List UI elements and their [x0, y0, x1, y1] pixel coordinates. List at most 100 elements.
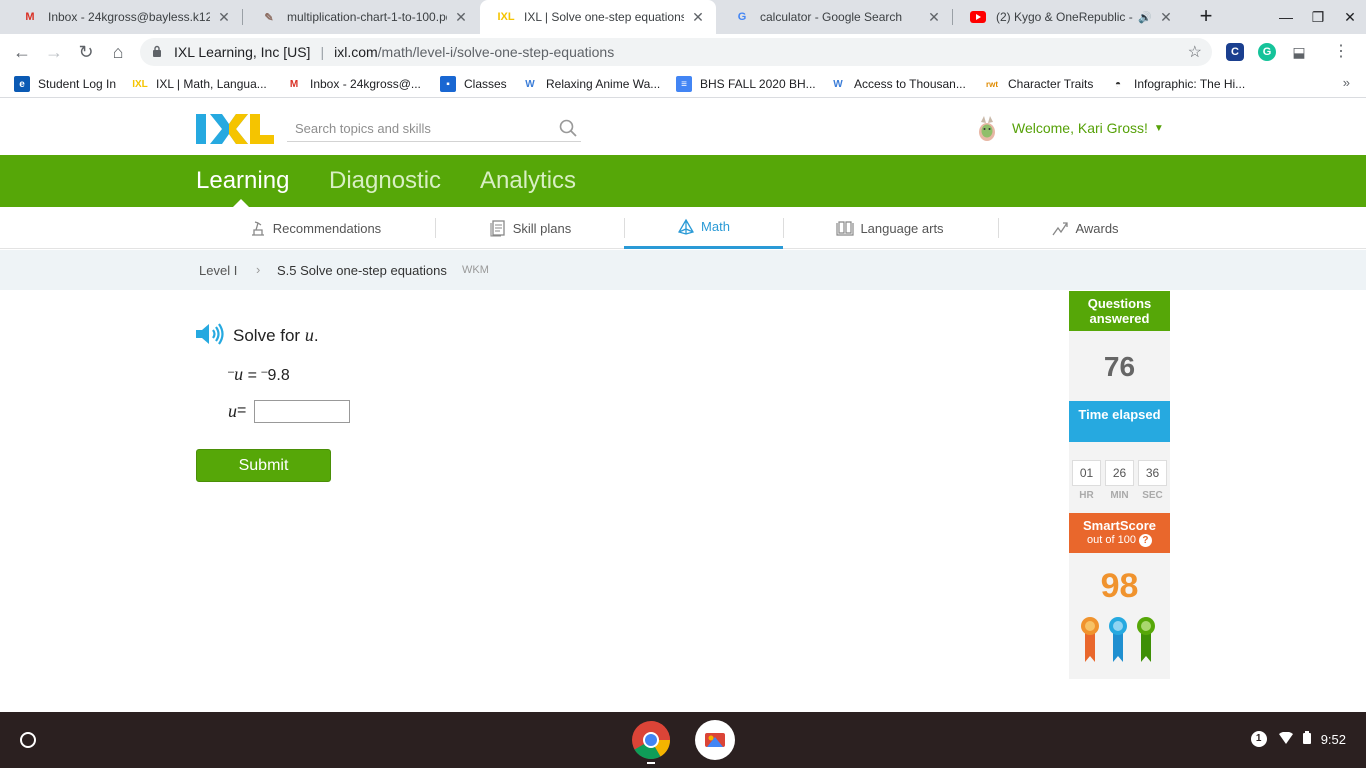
- search-icon[interactable]: [559, 119, 577, 137]
- back-button[interactable]: ←: [10, 40, 34, 64]
- timer-seconds: 36 SEC: [1138, 460, 1167, 501]
- close-icon[interactable]: ✕: [453, 9, 469, 26]
- menu-kebab-icon[interactable]: ⋮: [1332, 43, 1350, 61]
- clock: 9:52: [1320, 731, 1346, 747]
- tab-awards[interactable]: Awards: [1040, 207, 1130, 249]
- extension-puzzle-icon[interactable]: ⬓: [1290, 43, 1308, 61]
- avatar: [972, 113, 1002, 143]
- launcher-icon[interactable]: [16, 728, 40, 752]
- bookmark-star-icon[interactable]: ☆: [1188, 42, 1202, 62]
- bookmark-bhs-fall[interactable]: ≡ BHS FALL 2020 BH...: [676, 75, 816, 93]
- timer: 01 HR 26 MIN 36 SEC: [1072, 460, 1167, 501]
- close-window-button[interactable]: ✕: [1334, 0, 1366, 34]
- search-input[interactable]: [287, 116, 547, 140]
- main-nav: Learning Diagnostic Analytics: [0, 155, 1366, 207]
- tab-gmail-inbox[interactable]: M Inbox - 24kgross@bayless.k12.mo.us ✕: [4, 0, 242, 34]
- system-tray[interactable]: 1 9:52: [1250, 731, 1346, 747]
- bookmark-label: Infographic: The Hi...: [1134, 77, 1246, 91]
- tab-title: (2) Kygo & OneRepublic - Lose Somebody: [996, 10, 1134, 24]
- w-icon: W: [833, 78, 843, 90]
- bookmark-label: IXL | Math, Langua...: [156, 77, 267, 91]
- bookmark-infographic[interactable]: ◓ Infographic: The Hi...: [1110, 75, 1245, 93]
- bookmark-relaxing-anime[interactable]: W Relaxing Anime Wa...: [522, 75, 660, 93]
- bookmarks-overflow-icon[interactable]: »: [1343, 75, 1350, 90]
- timer-hours: 01 HR: [1072, 460, 1101, 501]
- question-prompt: Solve for u.: [233, 325, 319, 345]
- tab-analytics[interactable]: Analytics: [480, 167, 576, 195]
- welcome-text: Welcome, Kari Gross!: [1012, 120, 1148, 136]
- tab-recommendations[interactable]: Recommendations: [230, 207, 400, 249]
- bookmark-label: BHS FALL 2020 BH...: [700, 77, 816, 91]
- bookmark-ixl[interactable]: IXL IXL | Math, Langua...: [132, 75, 267, 93]
- bookmark-classes[interactable]: ▪ Classes: [440, 75, 507, 93]
- bookmark-label: Student Log In: [38, 77, 117, 91]
- awards-icon: [1051, 219, 1069, 237]
- pdf-icon: ✎: [264, 11, 274, 24]
- skill-code: WKM: [462, 264, 489, 276]
- restore-button[interactable]: ❐: [1302, 0, 1334, 34]
- bookmark-student-log-in[interactable]: e Student Log In: [14, 75, 116, 93]
- new-tab-button[interactable]: +: [1195, 5, 1217, 27]
- docs-icon: ≡: [676, 76, 692, 92]
- questions-answered-label: Questions answered: [1069, 291, 1170, 331]
- grammarly-icon[interactable]: G: [1258, 43, 1276, 61]
- breadcrumb-level[interactable]: Level I: [199, 263, 237, 278]
- close-icon[interactable]: ✕: [690, 9, 706, 26]
- close-icon[interactable]: ✕: [216, 9, 232, 26]
- bookmark-character-traits[interactable]: rwt Character Traits: [984, 75, 1093, 93]
- bookmarks-bar: e Student Log In IXL IXL | Math, Langua.…: [0, 70, 1366, 98]
- tab-title: calculator - Google Search: [760, 10, 903, 24]
- forward-button[interactable]: →: [42, 40, 66, 64]
- lock-icon[interactable]: [152, 45, 164, 60]
- submit-button[interactable]: Submit: [196, 449, 331, 482]
- bookmark-label: Inbox - 24kgross@...: [310, 77, 421, 91]
- questions-answered-value: 76: [1103, 351, 1136, 382]
- incognito-icon: ◓: [1114, 78, 1122, 90]
- url-host: ixl.com: [334, 44, 378, 60]
- site-identity: IXL Learning, Inc [US]: [174, 44, 311, 60]
- url-path: /math/level-i/solve-one-step-equations: [377, 44, 615, 60]
- ixl-logo[interactable]: [196, 114, 274, 144]
- tab-label: Language arts: [860, 220, 944, 236]
- tab-google-calculator[interactable]: G calculator - Google Search ✕: [716, 0, 952, 34]
- tab-youtube[interactable]: (2) Kygo & OneRepublic - Lose Somebody 🔊…: [952, 0, 1184, 34]
- tab-math[interactable]: Math: [624, 207, 783, 249]
- tab-skill-plans[interactable]: Skill plans: [460, 207, 600, 249]
- read-aloud-speaker-icon[interactable]: [195, 322, 225, 346]
- close-icon[interactable]: ✕: [926, 9, 942, 26]
- bookmark-label: Classes: [464, 77, 507, 91]
- bookmark-gmail[interactable]: M Inbox - 24kgross@...: [286, 75, 421, 93]
- tab-language-arts[interactable]: Language arts: [820, 207, 960, 249]
- tab-title: multiplication-chart-1-to-100.pdf: [287, 10, 447, 24]
- tab-learning[interactable]: Learning: [196, 167, 289, 195]
- minimize-button[interactable]: —: [1270, 0, 1302, 34]
- speaker-audio-icon[interactable]: 🔊: [1138, 11, 1152, 24]
- chevron-down-icon: ▼: [1153, 122, 1164, 134]
- ixl-search[interactable]: [287, 116, 581, 142]
- answer-input[interactable]: [254, 399, 351, 423]
- files-app-icon[interactable]: [695, 720, 735, 760]
- chrome-icon[interactable]: [631, 720, 671, 764]
- extension-c-icon[interactable]: C: [1226, 43, 1244, 61]
- reload-button[interactable]: ↻: [74, 40, 98, 64]
- edge-icon: e: [14, 76, 30, 92]
- time-elapsed-label: Time elapsed: [1069, 401, 1170, 442]
- taskbar: 1 9:52: [0, 712, 1366, 768]
- home-button[interactable]: ⌂: [106, 40, 130, 64]
- tab-label: Skill plans: [512, 220, 572, 236]
- smartscore-value: 98: [1100, 567, 1139, 605]
- close-icon[interactable]: ✕: [1158, 9, 1174, 26]
- tab-title: Inbox - 24kgross@bayless.k12.mo.us: [48, 10, 210, 24]
- smartscore-label: SmartScore out of 100?: [1069, 513, 1170, 553]
- tab-diagnostic[interactable]: Diagnostic: [329, 167, 441, 195]
- notification-badge[interactable]: 1: [1250, 731, 1267, 747]
- tab-label: Awards: [1075, 220, 1119, 236]
- tab-ixl-active[interactable]: IXL IXL | Solve one-step equations | 7th…: [480, 0, 716, 34]
- tab-label: Recommendations: [272, 220, 382, 236]
- help-icon[interactable]: ?: [1138, 534, 1152, 547]
- address-bar[interactable]: IXL Learning, Inc [US] | ixl.com/math/le…: [140, 38, 1212, 66]
- bookmark-access-thousands[interactable]: W Access to Thousan...: [830, 75, 966, 93]
- account-menu[interactable]: Welcome, Kari Gross! ▼: [972, 113, 1164, 143]
- ixl-header: Welcome, Kari Gross! ▼: [0, 99, 1366, 155]
- tab-multiplication-chart[interactable]: ✎ multiplication-chart-1-to-100.pdf ✕: [243, 0, 479, 34]
